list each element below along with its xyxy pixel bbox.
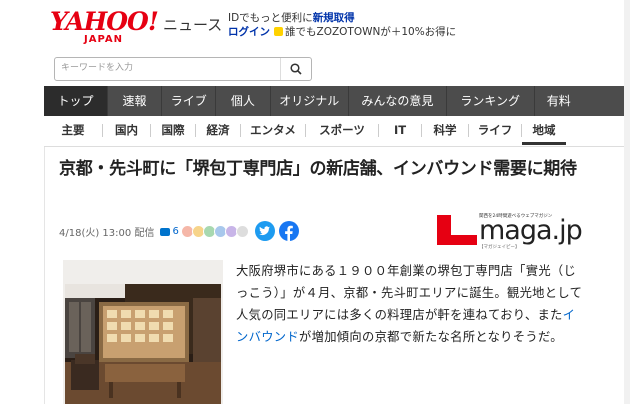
- reaction-face-icon: [235, 225, 249, 238]
- sub-nav: 主要 国内 国際 経済 エンタメ スポーツ IT 科学 ライフ 地域: [44, 116, 630, 147]
- comment-link[interactable]: 6: [160, 226, 179, 237]
- search-button[interactable]: [280, 58, 311, 80]
- reaction-faces[interactable]: [180, 225, 249, 238]
- article-headline: 京都・先斗町に「堺包丁専門店」の新店舗、インバウンド需要に期待: [59, 159, 577, 179]
- signup-link[interactable]: 新規取得: [313, 12, 355, 24]
- promo-line-2: ログイン 誰でもZOZOTOWNが＋10%お得に: [228, 24, 456, 39]
- sub-nav-life[interactable]: ライフ: [469, 116, 521, 145]
- search-icon: [290, 63, 302, 75]
- main-nav-individual[interactable]: 個人: [216, 86, 271, 116]
- comment-icon: [160, 227, 171, 236]
- main-nav-top[interactable]: トップ: [44, 86, 108, 116]
- service-name[interactable]: ニュース: [163, 14, 222, 35]
- scrollbar[interactable]: [624, 0, 630, 404]
- source-name: maga.jp: [479, 215, 583, 246]
- main-nav: トップ 速報 ライブ 個人 オリジナル みんなの意見 ランキング 有料: [44, 86, 630, 116]
- sub-nav-domestic[interactable]: 国内: [103, 116, 150, 145]
- store-photo: [65, 284, 221, 404]
- login-link[interactable]: ログイン: [228, 26, 270, 38]
- sub-nav-main[interactable]: 主要: [44, 116, 102, 145]
- source-caption: 【マガジェイピー】: [479, 245, 520, 250]
- main-nav-original[interactable]: オリジナル: [271, 86, 349, 116]
- sub-nav-sports[interactable]: スポーツ: [306, 116, 378, 145]
- promo-text: IDでもっと便利に: [228, 12, 313, 24]
- zozo-icon: [274, 27, 283, 36]
- zozo-promo-link[interactable]: 誰でもZOZOTOWNが＋10%お得に: [285, 26, 456, 38]
- search-input[interactable]: [55, 58, 281, 78]
- sub-nav-international[interactable]: 国際: [151, 116, 195, 145]
- sub-nav-local[interactable]: 地域: [522, 116, 566, 145]
- main-nav-opinions[interactable]: みんなの意見: [349, 86, 447, 116]
- comment-count: 6: [172, 226, 179, 237]
- facebook-icon: [285, 225, 293, 241]
- source-logo[interactable]: 関西を24時間遊べるウェブマガジン maga.jp 【マガジェイピー】: [437, 213, 587, 250]
- article-body: 大阪府堺市にある１９００年創業の堺包丁専門店「實光（じっこう）」が４月、京都・先…: [236, 260, 586, 348]
- article-image[interactable]: [63, 260, 223, 404]
- yahoo-logo[interactable]: YAHOO! JAPAN: [50, 7, 159, 45]
- main-nav-live[interactable]: ライブ: [162, 86, 217, 116]
- article-date: 4/18(火) 13:00: [59, 228, 132, 239]
- main-nav-paid[interactable]: 有料: [535, 86, 630, 116]
- store-interior-image: [65, 284, 221, 404]
- logo-text: YAHOO!: [50, 7, 159, 36]
- search-box: [54, 57, 312, 81]
- promo-line-1: IDでもっと便利に新規取得: [228, 10, 355, 25]
- sub-nav-entertainment[interactable]: エンタメ: [241, 116, 305, 145]
- sub-nav-science[interactable]: 科学: [422, 116, 468, 145]
- logo-sub: JAPAN: [84, 34, 123, 45]
- facebook-share-button[interactable]: [279, 221, 299, 241]
- body-text-part1: 大阪府堺市にある１９００年創業の堺包丁専門店「實光（じっこう）」が４月、京都・先…: [236, 264, 583, 322]
- sub-nav-it[interactable]: IT: [379, 116, 421, 145]
- posted-label: 配信: [134, 228, 155, 239]
- main-nav-flash[interactable]: 速報: [108, 86, 163, 116]
- maga-logo-mark: [437, 235, 477, 245]
- article-meta: 4/18(火) 13:00 配信 6: [59, 224, 249, 239]
- main-nav-ranking[interactable]: ランキング: [447, 86, 535, 116]
- twitter-icon: [259, 226, 270, 236]
- article: 京都・先斗町に「堺包丁専門店」の新店舗、インバウンド需要に期待 4/18(火) …: [44, 147, 630, 404]
- body-text-part2: が増加傾向の京都で新たな名所となりそうだ。: [299, 330, 563, 344]
- sub-nav-economy[interactable]: 経済: [196, 116, 240, 145]
- twitter-share-button[interactable]: [255, 221, 275, 241]
